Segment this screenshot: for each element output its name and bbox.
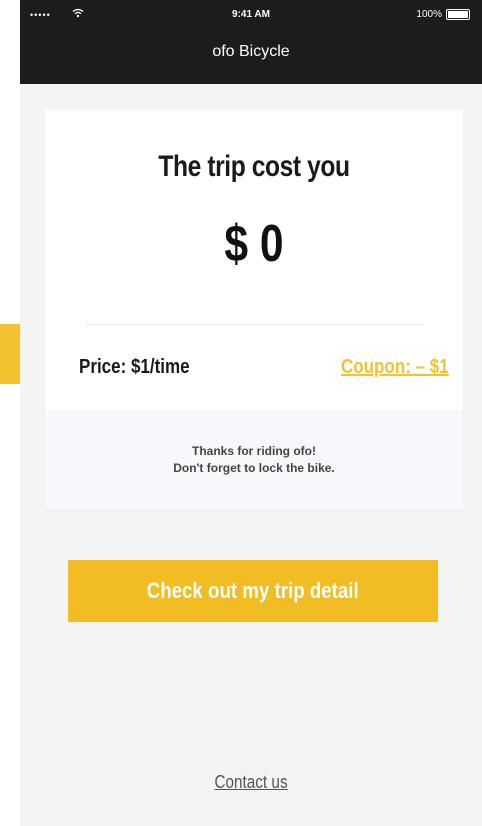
check-trip-detail-label: Check out my trip detail [147, 578, 359, 603]
thanks-line-1: Thanks for riding ofo! [192, 444, 316, 458]
trip-cost-heading: The trip cost you [158, 150, 350, 183]
side-accent-tab [0, 324, 20, 384]
trip-cost-amount: $ 0 [224, 215, 284, 273]
divider [85, 324, 423, 325]
phone-screen: ••••• 9:41 AM 100% ofo Bicycle The trip … [20, 0, 482, 826]
trip-summary-card: The trip cost you $ 0 Price: $1/time Cou… [45, 110, 463, 510]
nav-title: ofo Bicycle [212, 43, 290, 60]
top-bar: ••••• 9:41 AM 100% ofo Bicycle [20, 0, 482, 84]
battery-icon [446, 9, 470, 20]
battery-percent: 100% [416, 9, 442, 20]
thanks-message-box: Thanks for riding ofo! Don't forget to l… [45, 410, 463, 510]
status-bar: ••••• 9:41 AM 100% [20, 0, 482, 32]
thanks-line-2: Don't forget to lock the bike. [173, 461, 335, 475]
contact-us-link[interactable]: Contact us [20, 772, 482, 793]
battery-indicator: 100% [416, 9, 470, 20]
status-time: 9:41 AM [232, 9, 270, 20]
contact-us-label: Contact us [214, 772, 288, 792]
price-label: Price: $1/time [79, 356, 190, 378]
check-trip-detail-button[interactable]: Check out my trip detail [68, 560, 438, 622]
coupon-link[interactable]: Coupon: – $1 [341, 356, 449, 379]
